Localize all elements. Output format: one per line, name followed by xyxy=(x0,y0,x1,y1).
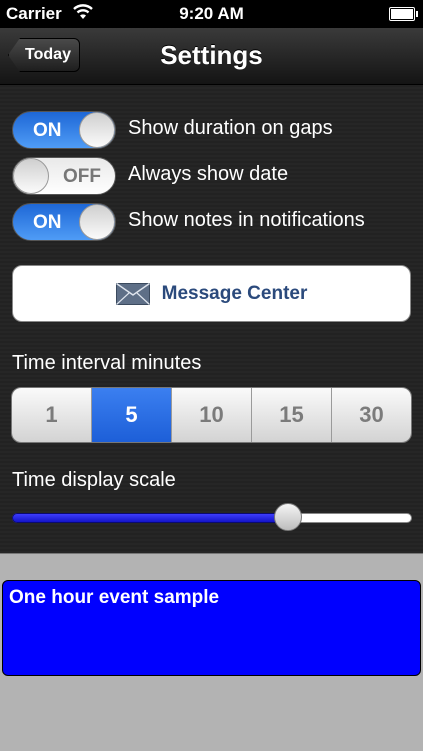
time-scale-slider[interactable] xyxy=(12,503,412,531)
show-notes-switch[interactable]: ON xyxy=(12,203,116,241)
slider-fill xyxy=(12,513,288,523)
slider-thumb[interactable] xyxy=(274,503,302,531)
status-time: 9:20 AM xyxy=(179,4,244,23)
segment-30[interactable]: 30 xyxy=(332,388,411,442)
envelope-icon xyxy=(115,282,150,305)
switch-knob xyxy=(79,112,115,148)
segment-10[interactable]: 10 xyxy=(172,388,252,442)
switch-state-label: OFF xyxy=(63,166,101,187)
switch-state-label: ON xyxy=(33,212,62,233)
switch-knob xyxy=(79,204,115,240)
message-center-button[interactable]: Message Center xyxy=(12,265,411,322)
show-duration-switch[interactable]: ON xyxy=(12,111,116,149)
segment-15[interactable]: 15 xyxy=(252,388,332,442)
page-title: Settings xyxy=(160,40,263,70)
switch-state-label: ON xyxy=(33,120,62,141)
segment-1[interactable]: 1 xyxy=(12,388,92,442)
status-bar: Carrier 9:20 AM xyxy=(0,0,423,28)
message-center-label: Message Center xyxy=(161,282,308,304)
settings-panel: ON Show duration on gaps OFF Always show… xyxy=(0,85,423,553)
toggle-label: Show duration on gaps xyxy=(128,117,333,139)
battery-icon xyxy=(389,7,418,21)
toggle-label: Show notes in notifications xyxy=(128,209,365,231)
event-preview-area: One hour event sample xyxy=(0,553,423,751)
switch-knob xyxy=(13,158,49,194)
navigation-bar: Today Settings xyxy=(0,28,423,85)
event-sample-title: One hour event sample xyxy=(9,587,220,608)
event-sample-block: One hour event sample xyxy=(2,580,421,676)
segment-5[interactable]: 5 xyxy=(92,388,172,442)
time-scale-label: Time display scale xyxy=(12,469,176,491)
toggle-label: Always show date xyxy=(128,163,289,185)
time-interval-label: Time interval minutes xyxy=(12,352,202,374)
time-interval-segmented-control: 1 5 10 15 30 xyxy=(11,387,412,443)
always-show-date-switch[interactable]: OFF xyxy=(12,157,116,195)
